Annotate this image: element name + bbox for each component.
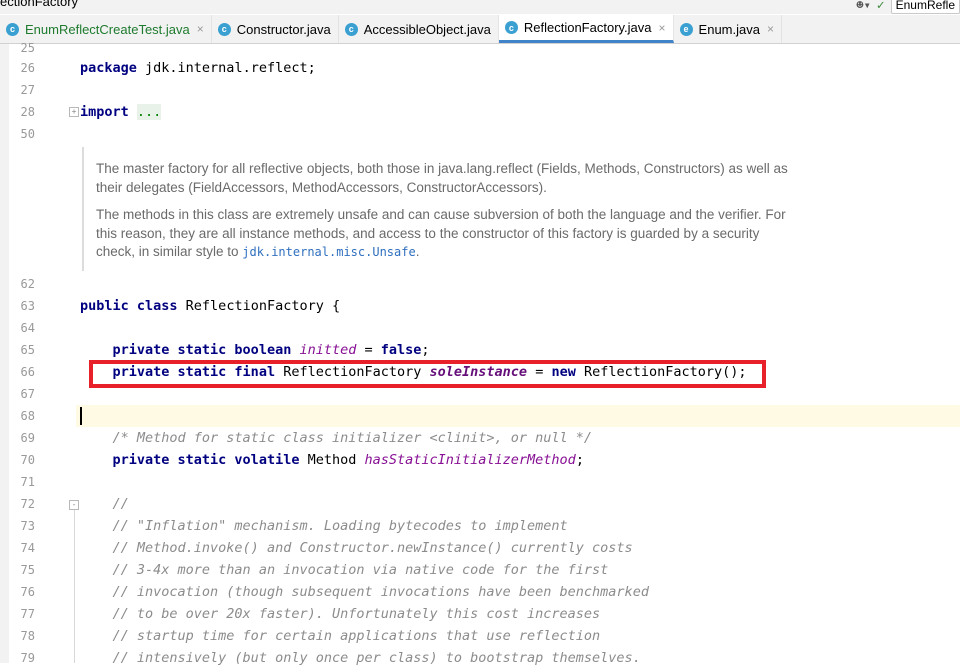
line-number: 68 (20, 409, 35, 423)
code-line-import: import ... (80, 104, 162, 120)
line-number: 62 (20, 277, 35, 291)
tab-label: EnumReflectCreateTest.java (25, 21, 190, 37)
code-line-package: package jdk.internal.reflect; (80, 60, 316, 76)
javadoc-paragraph: The master factory for all reflective ob… (96, 161, 788, 195)
tab-label: Constructor.java (236, 21, 331, 37)
tab-reflectionfactory[interactable]: c ReflectionFactory.java × (498, 15, 674, 43)
code-line-method-field: private static volatile Method hasStatic… (112, 452, 584, 468)
line-number: 74 (20, 541, 35, 555)
code-line-comment: // Method.invoke() and Constructor.newIn… (112, 540, 633, 556)
line-number: 71 (20, 475, 35, 489)
title-bar: ectionFactory ☻▾ ✓ EnumRefle (0, 0, 960, 14)
tab-label: Enum.java (698, 21, 760, 37)
close-icon[interactable]: × (197, 22, 204, 36)
tab-constructor[interactable]: c Constructor.java (212, 15, 339, 43)
line-number: 67 (20, 387, 35, 401)
line-number: 66 (20, 365, 35, 379)
code-line-comment: /* Method for static class initializer <… (112, 430, 593, 446)
tab-enum[interactable]: e Enum.java × (674, 15, 782, 43)
line-number: 65 (20, 343, 35, 357)
highlight-annotation-box (89, 360, 766, 388)
class-icon: c (6, 22, 19, 36)
enum-icon: e (679, 22, 693, 36)
code-line-comment: // to be over 20x faster). Unfortunately… (112, 606, 601, 622)
fold-toggle-icon[interactable]: - (69, 500, 79, 510)
line-number: 50 (20, 127, 35, 141)
window-title: ectionFactory (0, 0, 79, 9)
run-configuration-select[interactable]: EnumRefle (890, 0, 960, 14)
line-number: 69 (20, 431, 35, 445)
toolbar-right: ☻▾ ✓ EnumRefle (856, 0, 960, 14)
code-line-comment: // 3-4x more than an invocation via nati… (112, 562, 609, 578)
line-number: 77 (20, 607, 35, 621)
code-line-comment: // "Inflation" mechanism. Loading byteco… (112, 518, 568, 534)
line-number: 78 (20, 629, 35, 643)
code-line-comment: // startup time for certain applications… (112, 628, 601, 644)
code-line-class-decl: public class ReflectionFactory { (80, 298, 341, 314)
close-icon[interactable]: × (659, 21, 666, 35)
code-line-initted: private static boolean initted = false; (112, 342, 430, 358)
fold-toggle-icon[interactable]: + (69, 107, 79, 117)
folded-imports[interactable]: ... (136, 104, 162, 120)
class-icon: c (504, 21, 518, 34)
line-number: 73 (20, 519, 35, 533)
fold-guide (74, 510, 75, 663)
line-number: 75 (20, 563, 35, 577)
code-line-comment: // (112, 496, 129, 512)
class-icon: c (217, 22, 231, 36)
line-number: 70 (20, 453, 35, 467)
code-line-comment: // invocation (though subsequent invocat… (112, 584, 649, 600)
javadoc-link[interactable]: jdk.internal.misc.Unsafe (242, 245, 415, 259)
current-line-highlight (76, 405, 960, 427)
tab-label: AccessibleObject.java (363, 21, 491, 37)
class-icon: c (344, 22, 358, 36)
line-number: 28 (20, 105, 35, 119)
line-number: 25 (20, 41, 35, 55)
code-line-comment: // intensively (but only once per class)… (112, 650, 641, 666)
line-number: 64 (20, 321, 35, 335)
line-number: 76 (20, 585, 35, 599)
tab-label: ReflectionFactory.java (523, 20, 652, 35)
tab-accessibleobject[interactable]: c AccessibleObject.java (339, 15, 499, 43)
javadoc-paragraph: The methods in this class are extremely … (96, 207, 786, 259)
close-icon[interactable]: × (767, 22, 774, 36)
line-number: 72 (20, 497, 35, 511)
rendered-javadoc: The master factory for all reflective ob… (82, 147, 960, 271)
text-caret (80, 407, 82, 425)
line-number: 63 (20, 299, 35, 313)
line-number: 26 (20, 61, 35, 75)
line-number: 79 (20, 651, 35, 665)
user-icon[interactable]: ☻▾ (856, 0, 870, 12)
line-number: 27 (20, 83, 35, 97)
hammer-icon[interactable]: ✓ (877, 0, 885, 13)
editor-tabs: c EnumReflectCreateTest.java × c Constru… (0, 15, 960, 44)
code-editor[interactable]: 25 26 27 28 50 62 63 64 65 66 67 68 69 7… (0, 41, 960, 666)
